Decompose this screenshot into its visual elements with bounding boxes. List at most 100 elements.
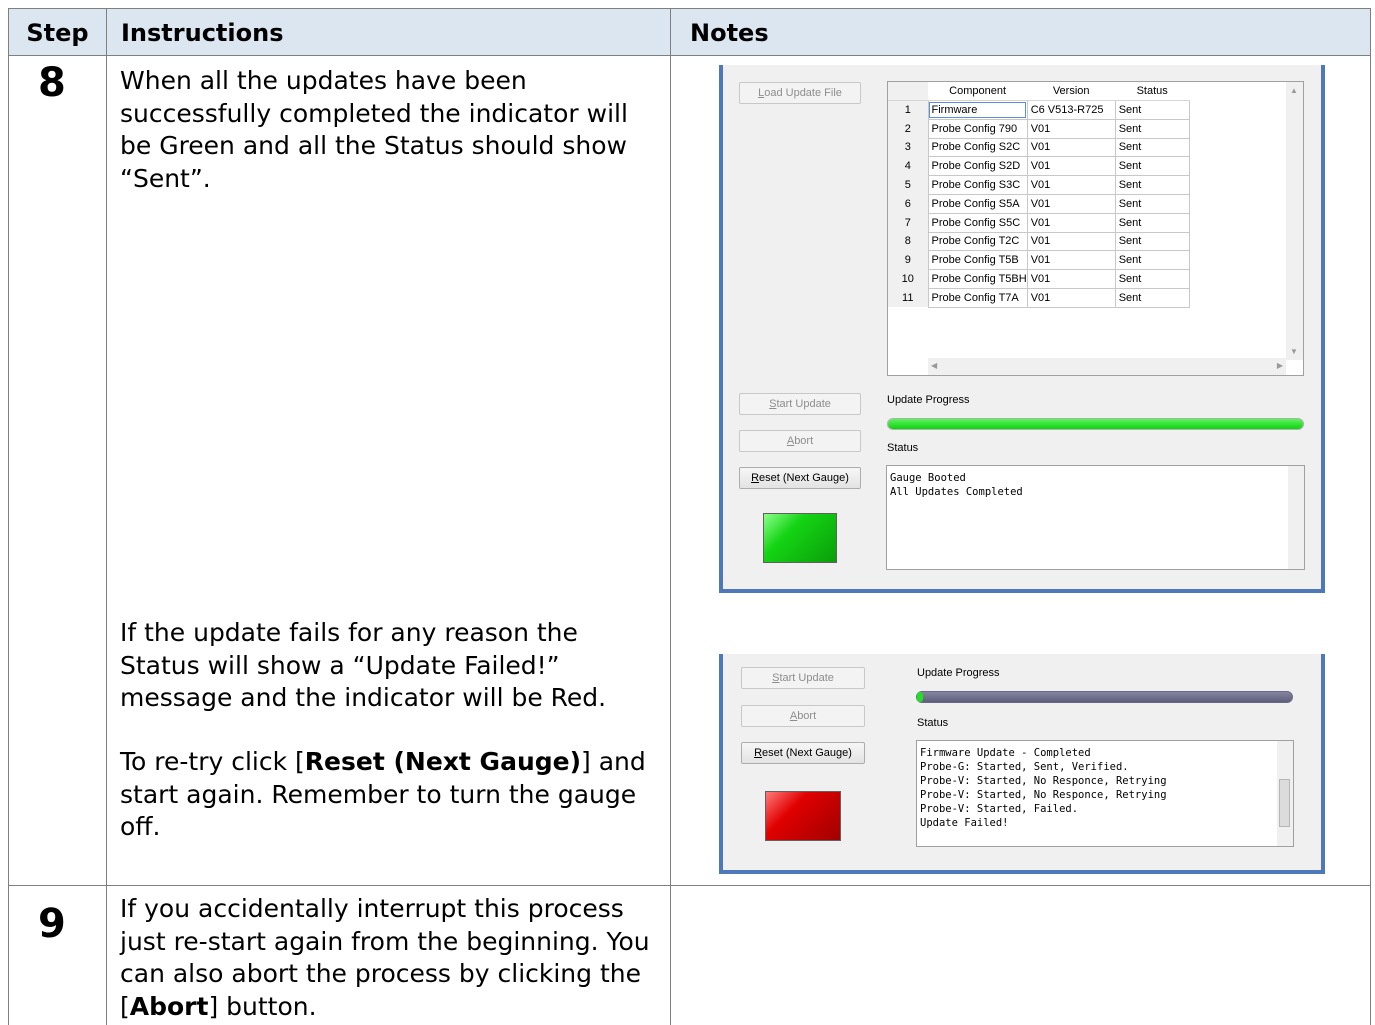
row-number: 9 <box>888 250 928 270</box>
table-row[interactable]: 10 Probe Config T5BH V01 Sent <box>888 269 1190 289</box>
table-row[interactable]: 11 Probe Config T7A V01 Sent <box>888 287 1190 308</box>
cell-version[interactable]: V01 <box>1026 212 1116 233</box>
cell-version[interactable]: V01 <box>1026 137 1116 158</box>
grid-horizontal-scrollbar[interactable]: ◀ ▶ <box>928 358 1286 375</box>
grid-vertical-scrollbar[interactable]: ▲ ▼ <box>1286 82 1303 360</box>
cell-version[interactable]: V01 <box>1026 250 1116 271</box>
cell-version[interactable]: V01 <box>1026 156 1116 177</box>
row-number: 8 <box>888 232 928 251</box>
cell-status[interactable]: Sent <box>1114 231 1190 252</box>
step8-paragraph-1: When all the updates have been successfu… <box>120 66 628 193</box>
log-line: Gauge Booted <box>890 472 966 484</box>
table-row[interactable]: 5 Probe Config S3C V01 Sent <box>888 175 1190 195</box>
row-number: 5 <box>888 175 928 195</box>
cell-status[interactable]: Sent <box>1114 212 1190 233</box>
reset-next-gauge-button[interactable]: Reset (Next Gauge) <box>741 742 865 764</box>
log-line: Update Failed! <box>920 817 1009 829</box>
step-number: 8 <box>38 60 66 106</box>
cell-status[interactable]: Sent <box>1114 137 1190 158</box>
log-line: Probe-G: Started, Sent, Verified. <box>920 761 1129 773</box>
log-scrollbar[interactable] <box>1288 466 1304 569</box>
cell-status[interactable]: Sent <box>1114 156 1190 177</box>
log-line: Probe-V: Started, No Responce, Retrying <box>920 789 1167 801</box>
status-indicator-red <box>765 791 841 841</box>
cell-component[interactable]: Probe Config T5BH <box>927 269 1028 289</box>
start-update-button[interactable]: Start Update <box>739 393 861 415</box>
update-progress-fill <box>917 692 923 702</box>
cell-component[interactable]: Probe Config S2C <box>927 137 1028 158</box>
table-row[interactable]: 1 Firmware C6 V513-R725 Sent <box>888 100 1190 120</box>
load-update-file-button[interactable]: Load Update File <box>739 82 861 104</box>
cell-component[interactable]: Probe Config S5A <box>927 193 1028 214</box>
status-log[interactable]: Gauge Booted All Updates Completed <box>886 465 1305 570</box>
table-row[interactable]: 8 Probe Config T2C V01 Sent <box>888 231 1190 252</box>
cell-component[interactable]: Probe Config T7A <box>927 287 1028 308</box>
cell-version[interactable]: V01 <box>1026 287 1116 308</box>
cell-version[interactable]: C6 V513-R725 <box>1026 100 1116 120</box>
cell-component[interactable]: Firmware <box>927 100 1028 120</box>
row-number-header <box>888 82 928 101</box>
table-row[interactable]: 9 Probe Config T5B V01 Sent <box>888 250 1190 271</box>
cell-status[interactable]: Sent <box>1114 250 1190 271</box>
cell-status[interactable]: Sent <box>1114 118 1190 139</box>
status-log[interactable]: Firmware Update - Completed Probe-G: Sta… <box>916 740 1294 847</box>
update-components-grid[interactable]: Component Version Status 1 Firmware C6 V51… <box>887 81 1304 376</box>
cell-status[interactable]: Sent <box>1114 100 1190 120</box>
row-number: 7 <box>888 213 928 233</box>
row-number: 3 <box>888 138 928 157</box>
row-number: 11 <box>888 288 928 308</box>
cell-status[interactable]: Sent <box>1114 193 1190 214</box>
row-number: 10 <box>888 269 928 289</box>
header-notes: Notes <box>670 8 1371 56</box>
screenshot-update-success: Load Update File Component Version Statu… <box>719 65 1325 593</box>
row-number: 4 <box>888 156 928 176</box>
cell-status[interactable]: Sent <box>1114 269 1190 289</box>
cell-component[interactable]: Probe Config 790 <box>927 118 1028 139</box>
column-header-component[interactable]: Component <box>928 82 1028 101</box>
window-frame-left <box>719 654 723 874</box>
cell-component[interactable]: Probe Config T5B <box>927 250 1028 271</box>
column-header-version[interactable]: Version <box>1027 82 1116 101</box>
step-number: 9 <box>38 901 66 947</box>
cell-component[interactable]: Probe Config S3C <box>927 175 1028 195</box>
table-row[interactable]: 3 Probe Config S2C V01 Sent <box>888 137 1190 158</box>
scroll-down-arrow-icon[interactable]: ▼ <box>1290 347 1298 356</box>
cell-version[interactable]: V01 <box>1026 193 1116 214</box>
log-scroll-thumb[interactable] <box>1279 779 1290 827</box>
abort-button[interactable]: Abort <box>739 430 861 452</box>
row-number: 2 <box>888 119 928 139</box>
cell-status[interactable]: Sent <box>1114 175 1190 195</box>
status-label: Status <box>887 442 919 454</box>
start-update-button[interactable]: Start Update <box>741 667 865 689</box>
reset-next-gauge-button[interactable]: Reset (Next Gauge) <box>739 467 861 489</box>
cell-component[interactable]: Probe Config S5C <box>927 212 1028 233</box>
table-row[interactable]: 7 Probe Config S5C V01 Sent <box>888 212 1190 233</box>
cell-component[interactable]: Probe Config T2C <box>927 231 1028 252</box>
scroll-left-arrow-icon[interactable]: ◀ <box>931 361 937 370</box>
table-col-divider-2 <box>670 56 671 1025</box>
column-header-status[interactable]: Status <box>1115 82 1190 101</box>
status-indicator-green <box>763 513 837 563</box>
window-frame-left <box>719 65 723 593</box>
header-step: Step <box>8 8 107 56</box>
abort-button[interactable]: Abort <box>741 705 865 727</box>
table-row[interactable]: 6 Probe Config S5A V01 Sent <box>888 193 1190 214</box>
update-progress-label: Update Progress <box>887 394 970 406</box>
log-line: Firmware Update - Completed <box>920 747 1091 759</box>
cell-version[interactable]: V01 <box>1026 175 1116 195</box>
status-label: Status <box>917 717 949 729</box>
cell-version[interactable]: V01 <box>1026 269 1116 289</box>
cell-version[interactable]: V01 <box>1026 231 1116 252</box>
update-progress-fill <box>888 419 1303 429</box>
window-frame-bottom <box>719 589 1325 593</box>
step8-paragraph-2: If the update fails for any reason the S… <box>120 618 607 712</box>
cell-component[interactable]: Probe Config S2D <box>927 156 1028 177</box>
step9-paragraph: If you accidentally interrupt this proce… <box>120 894 650 1021</box>
log-scrollbar[interactable] <box>1277 741 1293 846</box>
cell-status[interactable]: Sent <box>1114 287 1190 308</box>
cell-version[interactable]: V01 <box>1026 118 1116 139</box>
table-row[interactable]: 4 Probe Config S2D V01 Sent <box>888 156 1190 177</box>
table-row[interactable]: 2 Probe Config 790 V01 Sent <box>888 118 1190 139</box>
scroll-right-arrow-icon[interactable]: ▶ <box>1277 361 1283 370</box>
scroll-up-arrow-icon[interactable]: ▲ <box>1290 86 1298 95</box>
